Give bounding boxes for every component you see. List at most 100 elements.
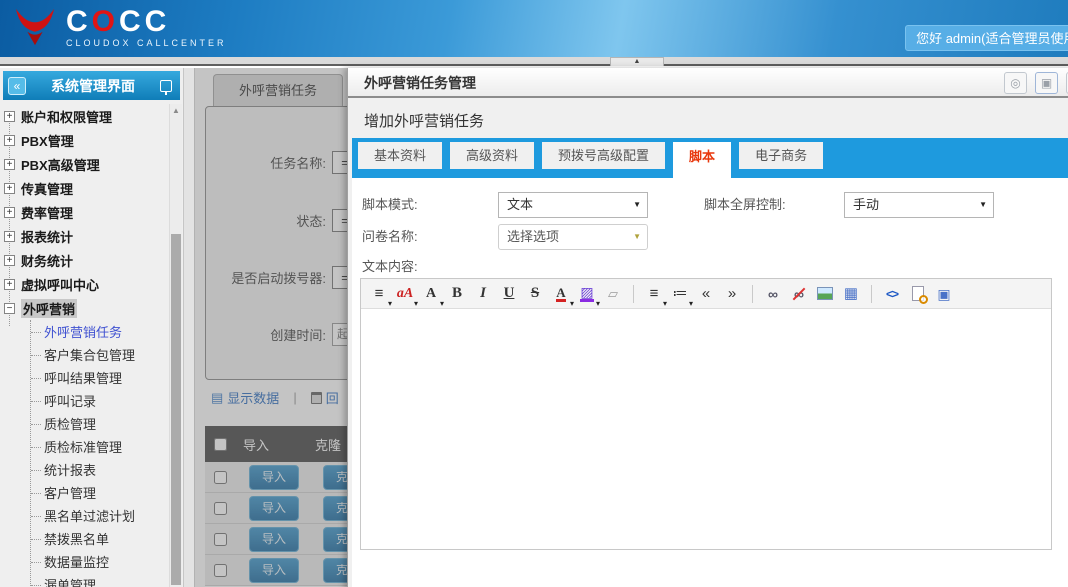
- background-tab-outbound-task[interactable]: 外呼营销任务: [213, 74, 343, 106]
- table-icon[interactable]: ▦: [839, 283, 863, 305]
- select-all-checkbox[interactable]: [214, 438, 227, 451]
- sidebar-collapse-button[interactable]: «: [8, 77, 26, 95]
- expand-plus-icon[interactable]: +: [4, 231, 15, 242]
- import-button[interactable]: 导入: [249, 527, 299, 552]
- collapse-up-icon: ▲: [634, 58, 641, 65]
- sidebar-scrollbar[interactable]: ▲: [169, 104, 182, 587]
- editor-content-area[interactable]: [361, 309, 1051, 549]
- dialog-heading: 增加外呼营销任务: [364, 110, 484, 131]
- sidebar-item-report-stats[interactable]: +报表统计: [0, 224, 167, 248]
- sidebar-item-rate[interactable]: +费率管理: [0, 200, 167, 224]
- code-icon[interactable]: <>: [880, 283, 904, 305]
- text-color-icon[interactable]: A: [549, 283, 573, 305]
- combo-arrow-icon: ▼: [633, 225, 641, 249]
- row-checkbox[interactable]: [214, 471, 227, 484]
- recycle-link[interactable]: 回: [326, 388, 339, 407]
- filter-row: 任务名称: =: [206, 149, 358, 175]
- outdent-icon[interactable]: «: [694, 283, 718, 305]
- sidebar-item-finance-stats[interactable]: +财务统计: [0, 248, 167, 272]
- sidebar-item-virtual-callcenter[interactable]: +虚拟呼叫中心: [0, 272, 167, 296]
- expand-plus-icon[interactable]: +: [4, 255, 15, 266]
- row-checkbox[interactable]: [214, 533, 227, 546]
- sidebar-item-call-result[interactable]: 呼叫结果管理: [31, 366, 167, 389]
- questionnaire-combobox[interactable]: 选择选项 ▼: [498, 224, 648, 250]
- bold-icon[interactable]: B: [445, 283, 469, 305]
- preview-icon[interactable]: [906, 283, 930, 305]
- sidebar-item-blacklist-filter[interactable]: 黑名单过滤计划: [31, 504, 167, 527]
- maximize-button[interactable]: ▣: [1035, 72, 1058, 94]
- line-height-icon[interactable]: ≡: [367, 283, 391, 305]
- dialog-content: 脚本模式: 文本 ▼ 脚本全屏控制: 手动 ▼ 问卷名称: 选择选项 ▼ 文本内…: [352, 178, 1068, 587]
- import-button[interactable]: 导入: [249, 558, 299, 583]
- list-icon[interactable]: ≔: [668, 283, 692, 305]
- image-icon[interactable]: [813, 283, 837, 305]
- expand-plus-icon[interactable]: +: [4, 111, 15, 122]
- sidebar: « 系统管理界面 +账户和权限管理 +PBX管理 +PBX高级管理 +传真管理 …: [0, 68, 183, 587]
- import-button[interactable]: 导入: [249, 465, 299, 490]
- sidebar-item-pbx[interactable]: +PBX管理: [0, 128, 167, 152]
- pin-icon[interactable]: [160, 80, 172, 92]
- sidebar-item-customer-mgmt[interactable]: 客户管理: [31, 481, 167, 504]
- sidebar-item-qc[interactable]: 质检管理: [31, 412, 167, 435]
- script-mode-select[interactable]: 文本 ▼: [498, 192, 648, 218]
- collapse-header-handle[interactable]: ▲: [610, 57, 664, 66]
- app-root: COCC CLOUDOX CALLCENTER 您好 admin(适合管理员使用…: [0, 0, 1068, 587]
- bull-icon: [12, 5, 58, 49]
- collapse-minus-icon[interactable]: −: [4, 303, 15, 314]
- italic-icon[interactable]: I: [471, 283, 495, 305]
- sidebar-item-forbidden-blacklist[interactable]: 禁拨黑名单: [31, 527, 167, 550]
- sidebar-item-stat-report[interactable]: 统计报表: [31, 458, 167, 481]
- tab-advanced-info[interactable]: 高级资料: [450, 142, 534, 169]
- expand-plus-icon[interactable]: +: [4, 279, 15, 290]
- align-icon[interactable]: ≡: [642, 283, 666, 305]
- toolbar-separator: |: [293, 390, 296, 405]
- tab-script[interactable]: 脚本: [673, 142, 731, 178]
- sidebar-item-missed-order[interactable]: 漏单管理: [31, 573, 167, 587]
- scrollbar-thumb[interactable]: [171, 234, 181, 585]
- sidebar-item-account-permission[interactable]: +账户和权限管理: [0, 104, 167, 128]
- sidebar-item-call-record[interactable]: 呼叫记录: [31, 389, 167, 412]
- sidebar-item-outbound-marketing[interactable]: −外呼营销: [0, 296, 167, 320]
- tab-ecommerce[interactable]: 电子商务: [739, 142, 823, 169]
- dropdown-arrow-icon: ▼: [979, 193, 987, 217]
- strikethrough-icon[interactable]: S: [523, 283, 547, 305]
- expand-plus-icon[interactable]: +: [4, 183, 15, 194]
- import-button[interactable]: 导入: [249, 496, 299, 521]
- sidebar-item-pbx-advanced[interactable]: +PBX高级管理: [0, 152, 167, 176]
- tab-basic-info[interactable]: 基本资料: [358, 142, 442, 169]
- font-size-icon[interactable]: A: [419, 283, 443, 305]
- fullscreen-control-select[interactable]: 手动 ▼: [844, 192, 994, 218]
- sidebar-item-qc-standard[interactable]: 质检标准管理: [31, 435, 167, 458]
- link-icon[interactable]: ∞: [761, 283, 785, 305]
- row-checkbox[interactable]: [214, 502, 227, 515]
- sidebar-submenu: 外呼营销任务 客户集合包管理 呼叫结果管理 呼叫记录 质检管理 质检标准管理 统…: [30, 320, 167, 587]
- background-toolbar: ▤ 显示数据 | 回: [211, 388, 339, 407]
- row-checkbox[interactable]: [214, 564, 227, 577]
- expand-plus-icon[interactable]: +: [4, 135, 15, 146]
- sidebar-splitter[interactable]: [183, 68, 195, 587]
- fullscreen-icon[interactable]: ▣: [932, 283, 956, 305]
- tab-predial-config[interactable]: 预拨号高级配置: [542, 142, 665, 169]
- font-family-icon[interactable]: aA: [393, 283, 417, 305]
- scroll-up-icon[interactable]: ▲: [170, 104, 182, 117]
- sidebar-item-fax[interactable]: +传真管理: [0, 176, 167, 200]
- sidebar-item-outbound-task[interactable]: 外呼营销任务: [31, 320, 167, 343]
- toolbar-separator: [633, 285, 634, 303]
- brand-logo: COCC CLOUDOX CALLCENTER: [12, 5, 227, 49]
- expand-plus-icon[interactable]: +: [4, 159, 15, 170]
- remove-format-icon[interactable]: ▱: [601, 283, 625, 305]
- indent-icon[interactable]: »: [720, 283, 744, 305]
- expand-plus-icon[interactable]: +: [4, 207, 15, 218]
- highlight-color-icon[interactable]: ▨: [575, 283, 599, 305]
- sidebar-item-customer-package[interactable]: 客户集合包管理: [31, 343, 167, 366]
- editor-toolbar: ≡ aA A B I U S A ▨ ▱ ≡ ≔ « » ∞: [361, 279, 1051, 309]
- sidebar-item-data-monitor[interactable]: 数据量监控: [31, 550, 167, 573]
- toolbar-separator: [752, 285, 753, 303]
- restore-button[interactable]: ◎: [1004, 72, 1027, 94]
- dialog-titlebar[interactable]: 外呼营销任务管理 ◎ ▣ ▢: [348, 68, 1068, 98]
- dialog-title: 外呼营销任务管理: [364, 68, 476, 98]
- questionnaire-label: 问卷名称:: [362, 224, 418, 250]
- show-data-link[interactable]: 显示数据: [227, 388, 279, 407]
- unlink-icon[interactable]: ∞: [787, 283, 811, 305]
- underline-icon[interactable]: U: [497, 283, 521, 305]
